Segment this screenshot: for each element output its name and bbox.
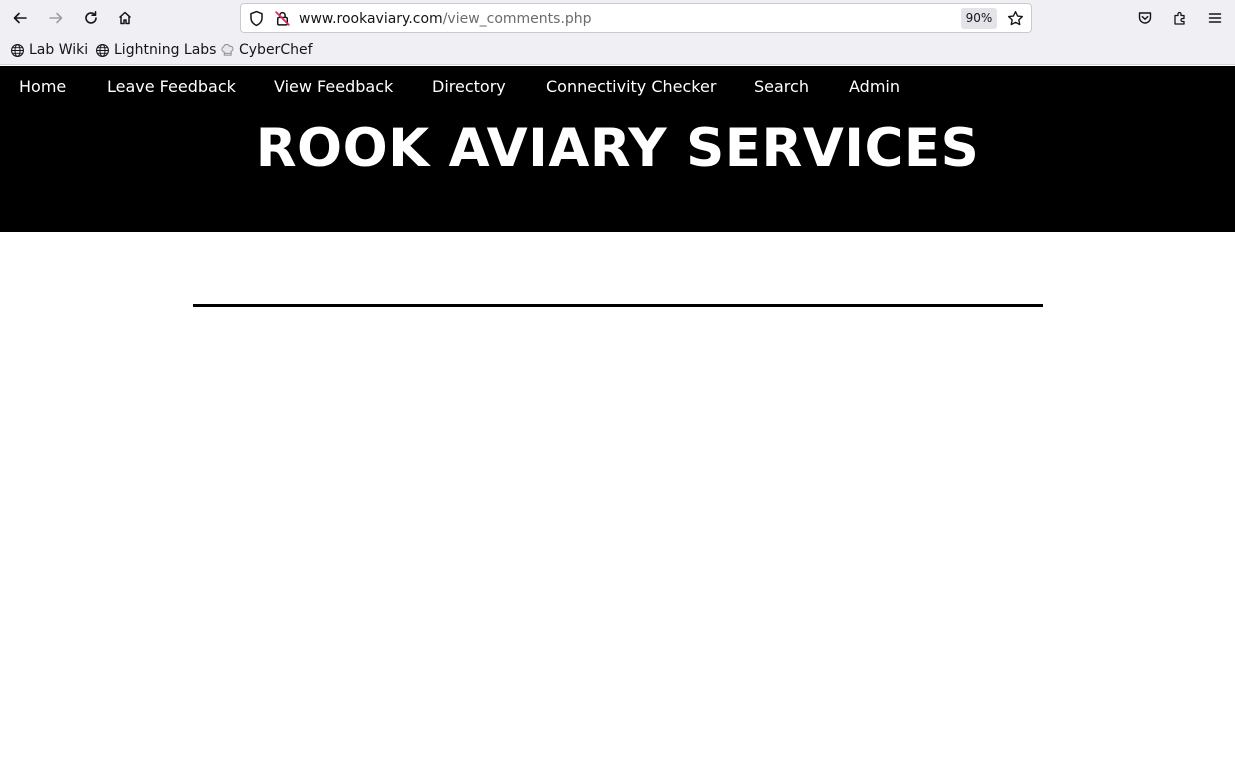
site-header: Home Leave Feedback View Feedback Direct… bbox=[0, 66, 1235, 232]
home-icon bbox=[118, 11, 132, 25]
nav-admin-link[interactable]: Admin bbox=[849, 78, 900, 96]
nav-search-link[interactable]: Search bbox=[754, 78, 809, 96]
globe-icon bbox=[96, 43, 109, 57]
globe-icon bbox=[11, 43, 24, 57]
content-divider bbox=[193, 304, 1043, 307]
extensions-icon bbox=[1174, 11, 1185, 25]
menu-button[interactable] bbox=[1201, 4, 1229, 32]
nav-view-feedback-link[interactable]: View Feedback bbox=[274, 78, 393, 96]
bookmark-lab-wiki[interactable]: Lab Wiki bbox=[10, 41, 88, 59]
bookmark-lightning-labs[interactable]: Lightning Labs bbox=[95, 41, 216, 59]
browser-toolbar: www.rookaviary.com/view_comments.php 90% bbox=[0, 0, 1235, 36]
nav-leave-feedback-link[interactable]: Leave Feedback bbox=[107, 78, 236, 96]
bookmark-label: Lab Wiki bbox=[29, 42, 89, 58]
pocket-button[interactable] bbox=[1131, 4, 1159, 32]
lock-insecure-icon[interactable] bbox=[274, 10, 291, 27]
pocket-icon bbox=[1138, 12, 1152, 24]
reload-icon bbox=[85, 11, 97, 24]
forward-icon bbox=[49, 12, 63, 24]
zoom-level-badge[interactable]: 90% bbox=[961, 8, 997, 29]
bookmark-label: CyberChef bbox=[239, 42, 313, 58]
nav-connectivity-checker-link[interactable]: Connectivity Checker bbox=[546, 78, 716, 96]
site-title: ROOK AVIARY SERVICES bbox=[255, 118, 980, 179]
home-button[interactable] bbox=[111, 4, 139, 32]
bookmark-cyberchef[interactable]: CyberChef bbox=[220, 41, 313, 59]
url-path: /view_comments.php bbox=[442, 11, 592, 27]
shield-icon[interactable] bbox=[248, 10, 265, 27]
nav-home-link[interactable]: Home bbox=[19, 78, 66, 96]
bookmark-label: Lightning Labs bbox=[114, 42, 217, 58]
back-button[interactable] bbox=[6, 4, 34, 32]
reload-button[interactable] bbox=[77, 4, 105, 32]
extensions-button[interactable] bbox=[1166, 4, 1194, 32]
chef-icon bbox=[221, 43, 234, 56]
url-bar[interactable]: www.rookaviary.com/view_comments.php 90% bbox=[240, 3, 1032, 33]
menu-icon bbox=[1208, 13, 1222, 23]
bookmarks-bar: Lab Wiki Lightning Labs CyberChef bbox=[0, 36, 1235, 65]
url-text[interactable]: www.rookaviary.com/view_comments.php bbox=[299, 10, 592, 28]
url-host: www.rookaviary.com bbox=[299, 11, 443, 27]
back-icon bbox=[13, 12, 27, 24]
forward-button[interactable] bbox=[42, 4, 70, 32]
star-icon[interactable] bbox=[1007, 10, 1024, 27]
nav-directory-link[interactable]: Directory bbox=[432, 78, 506, 96]
